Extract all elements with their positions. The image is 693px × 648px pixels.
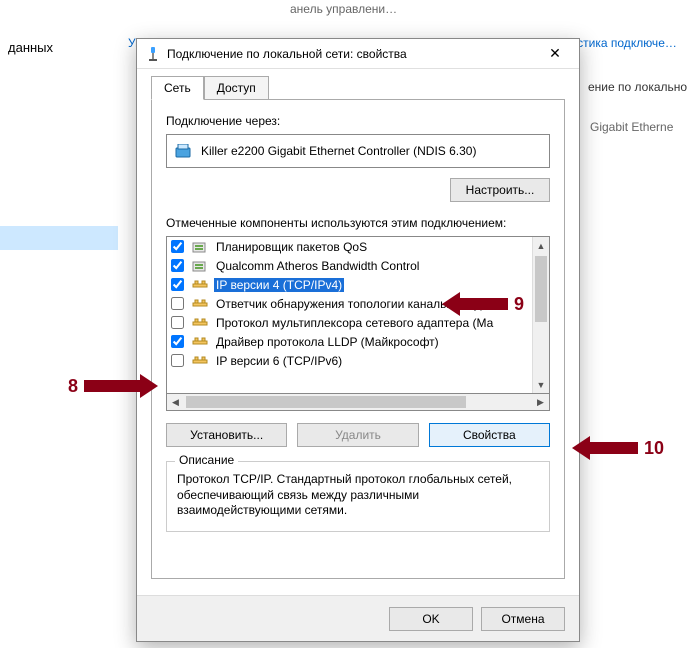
component-item[interactable]: Драйвер протокола LLDP (Майкрософт)	[167, 332, 532, 351]
component-checkbox[interactable]	[171, 354, 184, 367]
component-checkbox[interactable]	[171, 278, 184, 291]
tab-access[interactable]: Доступ	[204, 76, 269, 100]
description-text: Протокол TCP/IP. Стандартный протокол гл…	[177, 472, 539, 519]
dialog-title: Подключение по локальной сети: свойства	[167, 47, 535, 61]
configure-button[interactable]: Настроить...	[450, 178, 550, 202]
ok-button[interactable]: OK	[389, 607, 473, 631]
network-icon	[145, 46, 161, 62]
connect-via-label: Подключение через:	[166, 114, 550, 128]
component-label: Qualcomm Atheros Bandwidth Control	[214, 259, 421, 273]
protocol-icon	[192, 316, 208, 330]
tabs: Сеть Доступ	[151, 76, 565, 100]
component-label: Протокол мультиплексора сетевого адаптер…	[214, 316, 495, 330]
component-item[interactable]: IP версии 4 (TCP/IPv4)	[167, 275, 532, 294]
adapter-box: Killer e2200 Gigabit Ethernet Controller…	[166, 134, 550, 168]
annotation-10: 10	[572, 436, 670, 460]
vertical-scrollbar[interactable]: ▲ ▼	[532, 237, 549, 393]
component-label: Планировщик пакетов QoS	[214, 240, 369, 254]
hscroll-thumb[interactable]	[186, 396, 466, 408]
scroll-up-icon[interactable]: ▲	[533, 237, 549, 254]
component-item[interactable]: Ответчик обнаружения топологии канальног…	[167, 294, 532, 313]
bg-controlpanel-fragment: анель управлени…	[290, 2, 397, 16]
adapter-name: Killer e2200 Gigabit Ethernet Controller…	[201, 144, 476, 158]
properties-button[interactable]: Свойства	[429, 423, 550, 447]
bg-selected-row	[0, 226, 118, 250]
adapter-icon	[175, 144, 193, 158]
install-button[interactable]: Установить...	[166, 423, 287, 447]
component-checkbox[interactable]	[171, 240, 184, 253]
remove-button: Удалить	[297, 423, 418, 447]
scroll-thumb[interactable]	[535, 256, 547, 322]
component-item[interactable]: Qualcomm Atheros Bandwidth Control	[167, 256, 532, 275]
service-icon	[192, 240, 208, 254]
components-label: Отмеченные компоненты используются этим …	[166, 216, 550, 230]
titlebar[interactable]: Подключение по локальной сети: свойства …	[137, 39, 579, 69]
component-checkbox[interactable]	[171, 297, 184, 310]
component-checkbox[interactable]	[171, 316, 184, 329]
component-label: Драйвер протокола LLDP (Майкрософт)	[214, 335, 441, 349]
close-button[interactable]: ✕	[535, 40, 575, 68]
component-checkbox[interactable]	[171, 335, 184, 348]
protocol-icon	[192, 354, 208, 368]
component-label: IP версии 6 (TCP/IPv6)	[214, 354, 344, 368]
components-list: Планировщик пакетов QoS Qualcomm Atheros …	[166, 236, 550, 394]
component-item[interactable]: Планировщик пакетов QoS	[167, 237, 532, 256]
scroll-down-icon[interactable]: ▼	[533, 376, 549, 393]
component-item[interactable]: Протокол мультиплексора сетевого адаптер…	[167, 313, 532, 332]
component-item[interactable]: IP версии 6 (TCP/IPv6)	[167, 351, 532, 370]
bg-right-line1: ение по локально	[588, 80, 687, 94]
bg-left-label: данных	[8, 40, 53, 55]
tab-network[interactable]: Сеть	[151, 76, 204, 100]
protocol-icon	[192, 297, 208, 311]
protocol-icon	[192, 335, 208, 349]
tab-panel-network: Подключение через: Killer e2200 Gigabit …	[151, 99, 565, 579]
component-label: Ответчик обнаружения топологии канальног…	[214, 297, 501, 311]
protocol-icon	[192, 278, 208, 292]
scroll-right-icon[interactable]: ▶	[532, 394, 549, 410]
properties-dialog: Подключение по локальной сети: свойства …	[136, 38, 580, 642]
bg-right-line2: Gigabit Etherne	[590, 120, 673, 134]
scroll-left-icon[interactable]: ◀	[167, 394, 184, 410]
description-group: Протокол TCP/IP. Стандартный протокол гл…	[166, 461, 550, 532]
component-label: IP версии 4 (TCP/IPv4)	[214, 278, 344, 292]
horizontal-scrollbar[interactable]: ◀ ▶	[166, 394, 550, 411]
dialog-footer: OK Отмена	[137, 595, 579, 641]
component-checkbox[interactable]	[171, 259, 184, 272]
service-icon	[192, 259, 208, 273]
cancel-button[interactable]: Отмена	[481, 607, 565, 631]
